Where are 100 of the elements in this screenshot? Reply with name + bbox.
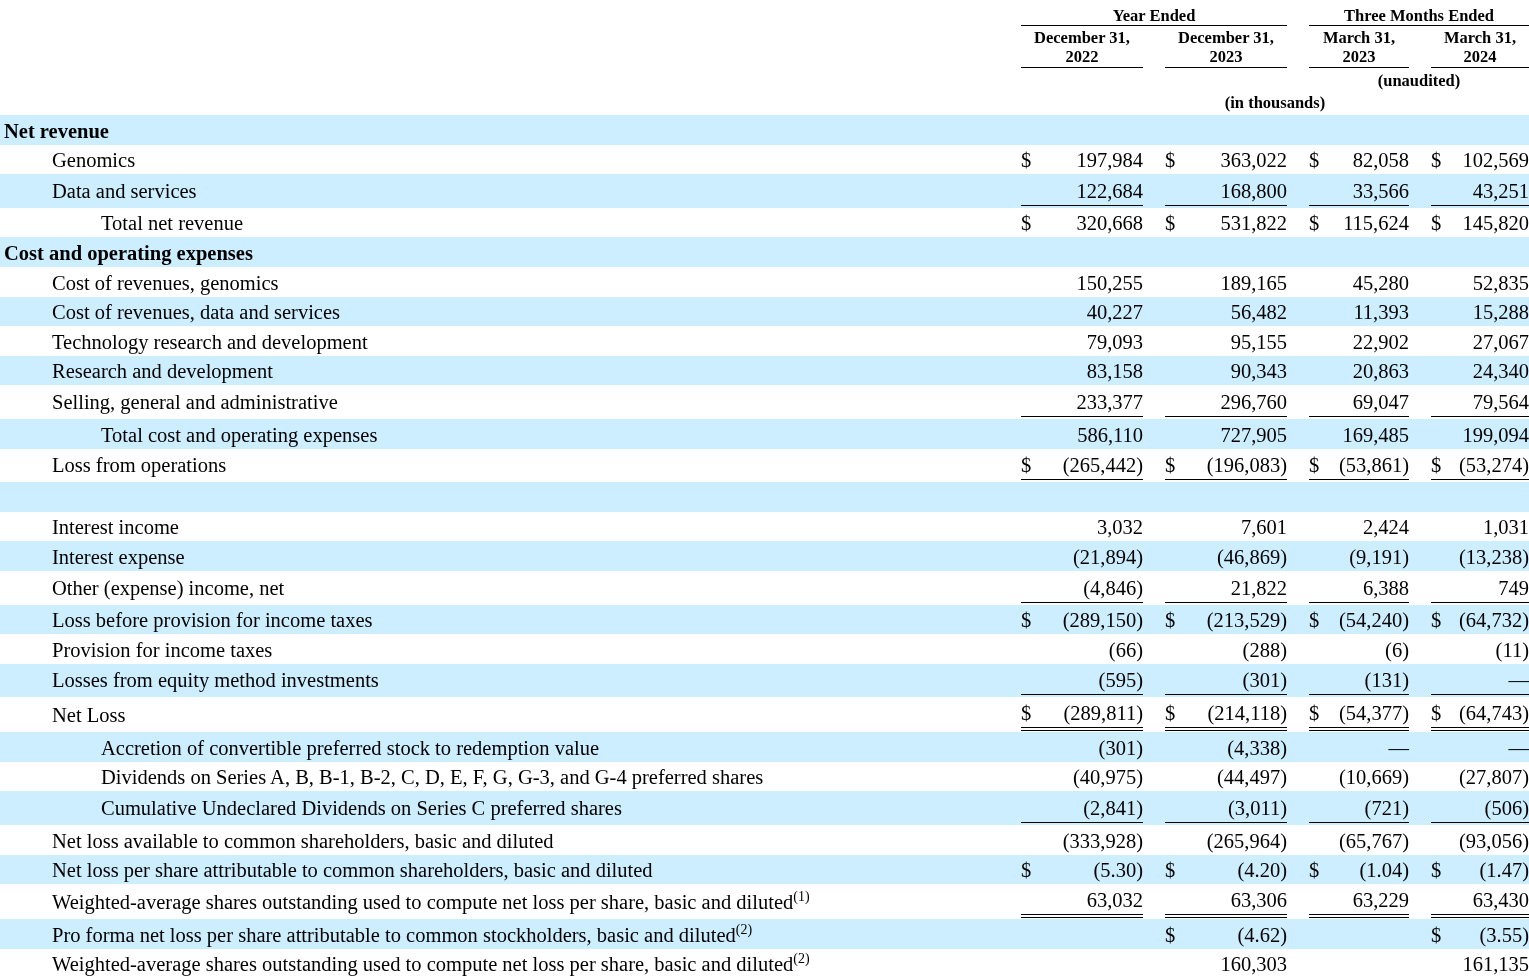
cell-value: (21,894) [1072, 544, 1143, 569]
cell-value: 168,800 [1220, 178, 1287, 203]
cell-value: (265,964) [1206, 828, 1287, 853]
cell-value: 363,022 [1220, 148, 1287, 173]
dollar-sign: $ [1165, 701, 1176, 726]
row-label: Total cost and operating expenses [100, 422, 379, 449]
cell-value: (9,191) [1349, 544, 1409, 569]
cell-value: (301) [1242, 668, 1287, 693]
row-label: Interest income [51, 515, 180, 541]
cell-value: — [1388, 735, 1409, 760]
cell-value: (2,841) [1083, 796, 1143, 821]
cell-value: (1.47) [1479, 858, 1529, 883]
cell-value: (27,807) [1458, 765, 1529, 790]
dollar-sign: $ [1309, 453, 1320, 478]
cell-value: (1.04) [1359, 858, 1409, 883]
dollar-sign: $ [1165, 211, 1176, 236]
dollar-sign: $ [1165, 453, 1176, 478]
cell-value: (11) [1495, 637, 1529, 662]
cell-value: (93,056) [1458, 828, 1529, 853]
cell-value: (66) [1108, 637, 1143, 662]
cell-value: (213,529) [1206, 608, 1287, 633]
cell-value: 43,251 [1472, 178, 1529, 203]
row-label: Net Loss [51, 703, 127, 729]
cell-value: (3,011) [1227, 796, 1287, 821]
dollar-sign: $ [1431, 858, 1442, 883]
cell-value: 21,822 [1230, 575, 1287, 600]
dollar-sign: $ [1309, 148, 1320, 173]
cell-value: 197,984 [1076, 148, 1143, 173]
cell-value: (54,240) [1338, 608, 1409, 633]
cell-value: 7,601 [1240, 515, 1287, 540]
cell-value: (4.20) [1237, 858, 1287, 883]
dollar-sign: $ [1021, 453, 1032, 478]
cell-value: (53,274) [1458, 453, 1529, 478]
cell-value: 27,067 [1472, 329, 1529, 354]
cell-value: 1,031 [1482, 515, 1529, 540]
cell-value: 79,093 [1086, 329, 1143, 354]
cell-value: 63,306 [1230, 888, 1287, 913]
row-label: Loss from operations [51, 453, 228, 479]
dollar-sign: $ [1021, 701, 1032, 726]
units-note: (in thousands) [1223, 93, 1327, 114]
cell-value: 45,280 [1352, 270, 1409, 295]
cell-value: (46,869) [1216, 544, 1287, 569]
cell-value: 115,624 [1343, 211, 1409, 236]
row-label: Cumulative Undeclared Dividends on Series C preferred shares [100, 796, 623, 822]
cell-value: 82,058 [1352, 148, 1409, 173]
cell-value: 320,668 [1076, 211, 1143, 236]
row-label: Cost of revenues, genomics [51, 270, 280, 297]
cell-value: (595) [1098, 668, 1143, 693]
cell-value: (44,497) [1216, 765, 1287, 790]
cell-value: (3.55) [1479, 922, 1529, 947]
dollar-sign: $ [1309, 608, 1320, 633]
cell-value: (506) [1484, 796, 1529, 821]
cell-value: (301) [1098, 735, 1143, 760]
cell-value: (64,743) [1458, 701, 1529, 726]
row-label: Dividends on Series A, B, B-1, B-2, C, D, E, F, G, G-3, and G-4 preferred shares [100, 765, 765, 791]
cell-value: 2,424 [1362, 515, 1409, 540]
cell-value: (10,669) [1338, 765, 1409, 790]
column-heading: March 31, 2024 [1431, 28, 1529, 68]
cell-value: — [1508, 735, 1529, 760]
cell-value: 63,229 [1352, 888, 1409, 913]
row-label: Provision for income taxes [51, 637, 274, 663]
dollar-sign: $ [1165, 858, 1176, 883]
row-label: Net loss per share attributable to common shareholders, basic and diluted [51, 858, 654, 884]
cell-value: (4,846) [1083, 575, 1143, 600]
cell-value: (289,811) [1063, 701, 1143, 726]
row-label: Pro forma net loss per share attributable to common stockholders, basic and diluted$^{(2)}$ [51, 922, 754, 949]
row-label: Technology research and development [51, 329, 369, 356]
cell-value: 102,569 [1462, 148, 1529, 173]
cell-value: (64,732) [1458, 608, 1529, 633]
cell-value: 169,485 [1342, 422, 1409, 447]
cell-value: 40,227 [1086, 300, 1143, 325]
row-label: Selling, general and administrative [51, 389, 339, 416]
row-label: Cost of revenues, data and services [51, 300, 342, 326]
cell-value: (196,083) [1206, 453, 1287, 478]
dollar-sign: $ [1309, 701, 1320, 726]
cell-value: (721) [1364, 796, 1409, 821]
cell-value: 586,110 [1077, 422, 1143, 447]
row-label: Total net revenue [100, 211, 244, 237]
cell-value: 33,566 [1352, 178, 1409, 203]
cell-value: 20,863 [1352, 359, 1409, 384]
cell-value: 727,905 [1220, 422, 1287, 447]
cell-value: (4.62) [1237, 922, 1287, 947]
cell-value: 749 [1498, 575, 1529, 600]
dollar-sign: $ [1431, 211, 1442, 236]
column-heading: December 31, 2022 [1021, 28, 1143, 68]
cell-value: 150,255 [1076, 270, 1143, 295]
cell-value: 531,822 [1220, 211, 1287, 236]
cell-value: (265,442) [1062, 453, 1143, 478]
row-label: Weighted-average shares outstanding used to compute net loss per share, basic and diluted$^{(1)}$ [51, 890, 811, 916]
row-label: Cost and operating expenses [3, 240, 254, 267]
cell-value: 24,340 [1472, 359, 1529, 384]
cell-value: (53,861) [1338, 453, 1409, 478]
row-label: Other (expense) income, net [51, 575, 286, 602]
cell-value: (214,118) [1207, 701, 1287, 726]
cell-value: 15,288 [1472, 300, 1529, 325]
cell-value: 52,835 [1472, 270, 1529, 295]
cell-value: 122,684 [1076, 178, 1143, 203]
row-label: Loss before provision for income taxes [51, 608, 374, 634]
dollar-sign: $ [1431, 148, 1442, 173]
cell-value: 79,564 [1472, 389, 1529, 414]
